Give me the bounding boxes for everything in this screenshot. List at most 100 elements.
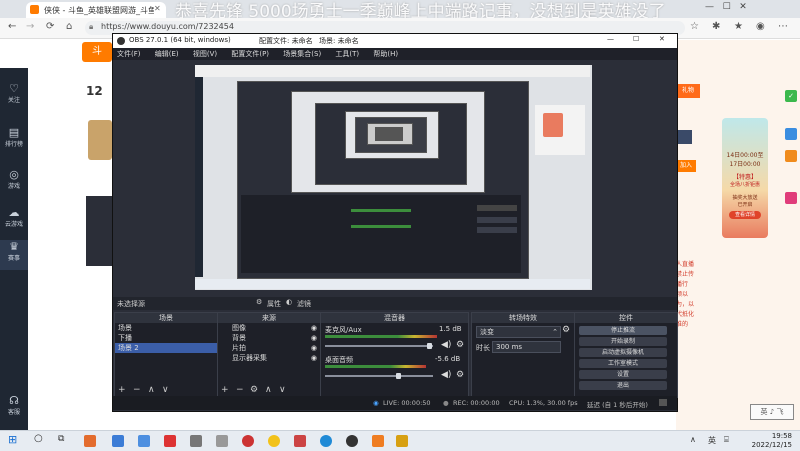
- move-down-icon[interactable]: ∨: [162, 385, 169, 395]
- speaker-icon[interactable]: ◀︎): [441, 370, 451, 380]
- desktop-volume-slider[interactable]: [325, 375, 433, 377]
- obs-preview[interactable]: [195, 65, 592, 290]
- app-icon-1[interactable]: [84, 435, 96, 447]
- side-chip-2[interactable]: 加入: [676, 160, 696, 172]
- transition-settings-icon[interactable]: ⚙: [562, 325, 570, 335]
- minimize-icon[interactable]: —: [705, 2, 714, 12]
- source-item[interactable]: 显示器采集 ◉: [218, 353, 320, 363]
- studio-mode-button[interactable]: 工作室模式: [579, 359, 667, 368]
- gift-thumbnail[interactable]: [88, 120, 112, 160]
- app-icon-3[interactable]: [138, 435, 150, 447]
- filter-icon[interactable]: ◐: [286, 298, 292, 306]
- side-orange-icon[interactable]: [785, 150, 797, 162]
- scene-item-selected[interactable]: 场景 2: [115, 343, 217, 353]
- obs-maximize-icon[interactable]: ☐: [633, 35, 639, 43]
- extensions-icon[interactable]: ✱: [712, 21, 720, 32]
- orange-tab[interactable]: 礼物: [676, 84, 700, 98]
- app-icon-2[interactable]: [112, 435, 124, 447]
- source-item[interactable]: 片拍 ◉: [218, 343, 320, 353]
- obs-taskbar-icon[interactable]: [346, 435, 358, 447]
- promo-button[interactable]: 查看详情: [729, 211, 761, 219]
- eye-icon[interactable]: ◉: [311, 333, 317, 343]
- sidebar-item-service[interactable]: ☊ 客服: [0, 394, 28, 416]
- add-source-icon[interactable]: +: [221, 385, 229, 395]
- home-icon[interactable]: ⌂: [66, 21, 72, 32]
- mixer-settings-icon[interactable]: ⚙: [456, 370, 464, 380]
- reload-icon[interactable]: ⟳: [46, 21, 54, 32]
- move-up-icon[interactable]: ∧: [148, 385, 155, 395]
- mic-volume-slider[interactable]: [325, 345, 433, 347]
- source-item[interactable]: 图像 ◉: [218, 323, 320, 333]
- window-controls[interactable]: — ☐ ✕: [705, 2, 747, 12]
- transition-select[interactable]: 淡变 ⌃: [476, 326, 561, 338]
- collections-icon[interactable]: ★: [734, 21, 743, 32]
- favorite-star-icon[interactable]: ☆: [690, 21, 699, 32]
- maximize-icon[interactable]: ☐: [723, 2, 731, 12]
- taskbar-clock[interactable]: 19:58 2022/12/15: [732, 432, 792, 450]
- search-icon[interactable]: ○: [34, 433, 46, 445]
- obs-minimize-icon[interactable]: —: [607, 35, 614, 43]
- task-view-icon[interactable]: ⧉: [58, 434, 70, 446]
- eye-icon[interactable]: ◉: [311, 343, 317, 353]
- desktop-volume-knob[interactable]: [396, 373, 401, 379]
- app-icon-12[interactable]: [372, 435, 384, 447]
- douyu-logo[interactable]: 斗: [82, 42, 112, 62]
- filters-button[interactable]: 滤镜: [297, 299, 311, 309]
- scene-item[interactable]: 场景: [115, 323, 217, 333]
- menu-file[interactable]: 文件(F): [117, 50, 141, 58]
- app-icon-chrome[interactable]: [268, 435, 280, 447]
- stop-streaming-button[interactable]: 停止推流: [579, 326, 667, 335]
- edge-icon[interactable]: [320, 435, 332, 447]
- menu-scene-collection[interactable]: 场景集合(S): [283, 50, 321, 58]
- move-down-icon[interactable]: ∨: [279, 385, 286, 395]
- menu-view[interactable]: 视图(V): [193, 50, 217, 58]
- sidebar-item-cloud-game[interactable]: ☁ 云游戏: [0, 206, 28, 228]
- source-item[interactable]: 背景 ◉: [218, 333, 320, 343]
- gear-icon[interactable]: ⚙: [256, 298, 262, 306]
- remove-source-icon[interactable]: −: [236, 385, 244, 395]
- eye-icon[interactable]: ◉: [311, 353, 317, 363]
- add-scene-icon[interactable]: +: [118, 385, 126, 395]
- obs-window[interactable]: OBS 27.0.1 (64 bit, windows) 配置文件: 未命名 场…: [112, 33, 678, 412]
- obs-close-icon[interactable]: ✕: [659, 35, 665, 43]
- lang-indicator[interactable]: 英: [708, 435, 716, 446]
- network-icon[interactable]: ⌸: [724, 435, 729, 445]
- back-icon[interactable]: ←: [8, 21, 16, 32]
- side-pink-icon[interactable]: [785, 192, 797, 204]
- remove-scene-icon[interactable]: −: [133, 385, 141, 395]
- promo-banner[interactable]: 14日00:00至 17日00:00 【特惠】 全场八折钜惠 抽奖大放送 已开启…: [722, 118, 768, 238]
- duration-input[interactable]: 300 ms: [492, 341, 561, 353]
- properties-button[interactable]: 属性: [267, 299, 281, 309]
- browser-tab[interactable]: 侠侠 - 斗鱼_英雄联盟网游_斗鱼直播 ✕: [26, 2, 166, 18]
- start-recording-button[interactable]: 开始录制: [579, 337, 667, 346]
- app-icon-9[interactable]: [294, 435, 306, 447]
- sidebar-item-follow[interactable]: ♡ 关注: [0, 82, 28, 104]
- tab-close-icon[interactable]: ✕: [154, 4, 161, 13]
- menu-profile[interactable]: 配置文件(P): [231, 50, 269, 58]
- windows-start-icon[interactable]: ⊞: [8, 433, 20, 446]
- move-up-icon[interactable]: ∧: [265, 385, 272, 395]
- speaker-icon[interactable]: ◀︎): [441, 340, 451, 350]
- side-green-icon[interactable]: ✓: [785, 90, 797, 102]
- app-icon-6[interactable]: [216, 435, 228, 447]
- side-chip[interactable]: [676, 130, 692, 144]
- mixer-settings-icon[interactable]: ⚙: [456, 340, 464, 350]
- forward-icon[interactable]: →: [26, 21, 34, 32]
- settings-button[interactable]: 设置: [579, 370, 667, 379]
- app-icon-5[interactable]: [190, 435, 202, 447]
- sidebar-item-rank[interactable]: ▤ 排行榜: [0, 126, 28, 148]
- obs-titlebar[interactable]: OBS 27.0.1 (64 bit, windows) 配置文件: 未命名 场…: [113, 34, 677, 48]
- source-settings-icon[interactable]: ⚙: [250, 385, 258, 395]
- menu-help[interactable]: 帮助(H): [373, 50, 398, 58]
- menu-edit[interactable]: 编辑(E): [155, 50, 179, 58]
- virtual-camera-button[interactable]: 启动虚拟摄像机: [579, 348, 667, 357]
- app-icon-7[interactable]: [242, 435, 254, 447]
- exit-button[interactable]: 退出: [579, 381, 667, 390]
- close-icon[interactable]: ✕: [739, 2, 747, 12]
- scene-item[interactable]: 下播: [115, 333, 217, 343]
- side-blue-icon[interactable]: [785, 128, 797, 140]
- mic-volume-knob[interactable]: [427, 343, 432, 349]
- sidebar-item-games[interactable]: ◎ 游戏: [0, 168, 28, 190]
- sidebar-item-events[interactable]: ♛ 赛事: [0, 240, 28, 270]
- profile-icon[interactable]: ◉: [756, 21, 765, 32]
